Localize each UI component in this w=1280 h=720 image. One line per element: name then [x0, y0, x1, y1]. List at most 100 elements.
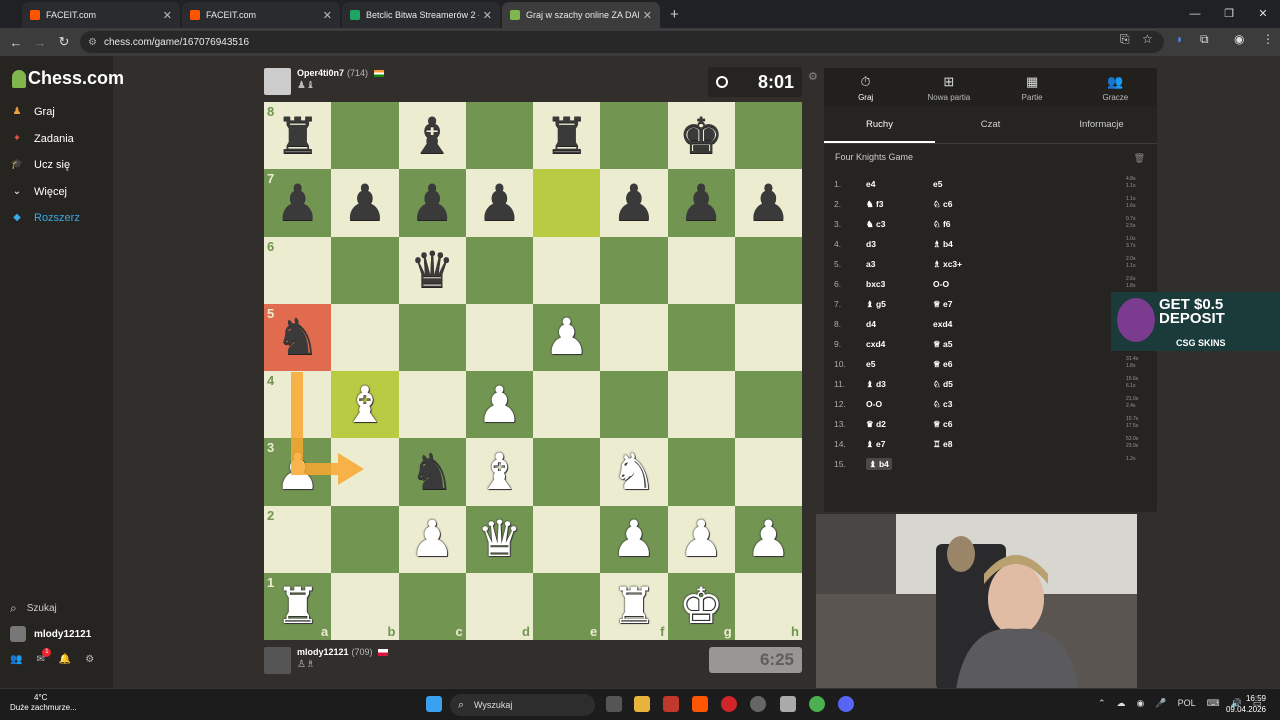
network-icon[interactable]: ⌨ [1207, 698, 1220, 709]
black-rook[interactable]: ♜ [544, 111, 589, 161]
black-move[interactable]: e5 [933, 179, 1000, 189]
board-square[interactable]: f ♜ [600, 572, 668, 640]
faceit-app-icon[interactable] [692, 696, 708, 712]
black-move[interactable]: ♗ xc3+ [933, 259, 1000, 270]
browser-tab-active[interactable]: Graj w szachy online ZA DARMO ✕ [502, 2, 660, 28]
board-square[interactable]: 5 ♞ [264, 303, 332, 371]
close-tab-icon[interactable]: ✕ [323, 9, 332, 22]
board-square[interactable] [398, 303, 466, 371]
board-square[interactable] [600, 303, 668, 371]
board-square[interactable]: ♟ [734, 169, 802, 237]
black-move[interactable]: ♘ c3 [933, 399, 1000, 410]
new-tab-icon[interactable]: + [670, 6, 679, 23]
white-rook[interactable]: ♜ [611, 581, 656, 631]
board-square[interactable]: ♟ [398, 505, 466, 573]
board-square[interactable] [734, 303, 802, 371]
settings-gear-icon[interactable]: ⚙ [85, 654, 94, 665]
discord-icon[interactable] [838, 696, 854, 712]
black-pawn[interactable]: ♟ [746, 178, 791, 228]
black-rook[interactable]: ♜ [275, 111, 320, 161]
profile-icon[interactable]: ◉ [1234, 32, 1244, 46]
black-move[interactable]: ♕ a5 [933, 339, 1000, 350]
white-queen[interactable]: ♛ [477, 514, 522, 564]
black-pawn[interactable]: ♟ [275, 178, 320, 228]
white-pawn[interactable]: ♟ [544, 312, 589, 362]
board-square[interactable] [734, 438, 802, 506]
white-rook[interactable]: ♜ [275, 581, 320, 631]
white-pawn[interactable]: ♟ [275, 447, 320, 497]
white-knight[interactable]: ♞ [611, 447, 656, 497]
language-indicator[interactable]: POL [1178, 698, 1196, 709]
black-move[interactable]: ♘ d5 [933, 379, 1000, 390]
board-square[interactable] [667, 438, 735, 506]
sponsor-ad[interactable]: GET $0.5 DEPOSIT CSG SKINS [1111, 292, 1280, 351]
board-square[interactable]: ♟ [331, 169, 399, 237]
black-move[interactable]: ♘ c6 [933, 199, 1000, 210]
white-pawn[interactable]: ♟ [746, 514, 791, 564]
taskbar-search[interactable]: ⌕ Wyszukaj [450, 694, 595, 716]
board-square[interactable]: ♚ [667, 102, 735, 170]
black-pawn[interactable]: ♟ [410, 178, 455, 228]
board-square[interactable] [533, 505, 601, 573]
white-pawn[interactable]: ♟ [679, 514, 724, 564]
board-square[interactable] [667, 236, 735, 304]
board-square[interactable] [667, 371, 735, 439]
white-king[interactable]: ♚ [679, 581, 724, 631]
board-square[interactable] [734, 102, 802, 170]
install-app-icon[interactable]: ⎘ [1120, 32, 1130, 47]
back-icon[interactable]: ← [4, 35, 28, 50]
black-move[interactable]: exd4 [933, 319, 1000, 329]
tab-players[interactable]: 👥 Gracze [1074, 68, 1157, 106]
board-square[interactable] [734, 371, 802, 439]
bookmark-star-icon[interactable]: ☆ [1142, 32, 1153, 46]
black-move[interactable]: O-O [933, 279, 1000, 289]
white-move[interactable]: ♞ c3 [866, 219, 933, 230]
player-name[interactable]: mlody12121 [297, 647, 349, 657]
white-move[interactable]: ♝ b4 [866, 457, 933, 470]
browser-tab[interactable]: FACEIT.com ✕ [22, 2, 180, 28]
app-icon[interactable] [750, 696, 766, 712]
board-square[interactable] [533, 371, 601, 439]
chesscom-logo[interactable]: Chess.com [12, 68, 124, 89]
close-window-icon[interactable]: ✕ [1246, 0, 1280, 28]
board-square[interactable]: ♝ [331, 371, 399, 439]
black-pawn[interactable]: ♟ [477, 178, 522, 228]
black-knight[interactable]: ♞ [275, 312, 320, 362]
site-info-icon[interactable]: ⚙ [88, 37, 97, 48]
black-bishop[interactable]: ♝ [410, 111, 455, 161]
sidebar-search[interactable]: ⌕ Szukaj [10, 601, 57, 616]
brave-icon[interactable] [663, 696, 679, 712]
tab-info[interactable]: Informacje [1046, 106, 1157, 143]
board-square[interactable]: 7 ♟ [264, 169, 332, 237]
sidebar-profile[interactable]: mlody12121 [10, 626, 91, 642]
board-square[interactable]: ♟ [734, 505, 802, 573]
white-move[interactable]: ♝ e7 [866, 439, 933, 450]
board-square[interactable]: ♟ [667, 169, 735, 237]
board-square[interactable]: ♛ [398, 236, 466, 304]
white-move[interactable]: bxc3 [866, 279, 933, 289]
white-move[interactable]: d3 [866, 239, 933, 249]
black-pawn[interactable]: ♟ [611, 178, 656, 228]
white-move[interactable]: e5 [866, 359, 933, 369]
black-knight[interactable]: ♞ [410, 447, 455, 497]
board-settings-icon[interactable]: ⚙ [808, 70, 818, 83]
black-king[interactable]: ♚ [679, 111, 724, 161]
extensions-puzzle-icon[interactable]: ⧉ [1200, 32, 1209, 47]
board-square[interactable]: e [533, 572, 601, 640]
friends-icon[interactable]: 👥 [10, 654, 22, 665]
board-square[interactable]: ♛ [465, 505, 533, 573]
chevron-up-icon[interactable]: ⌃ [1098, 698, 1106, 709]
board-square[interactable]: ♜ [533, 102, 601, 170]
board-square[interactable]: d [465, 572, 533, 640]
board-square[interactable]: g ♚ [667, 572, 735, 640]
chrome-icon[interactable] [809, 696, 825, 712]
board-square[interactable]: ♞ [600, 438, 668, 506]
board-square[interactable] [600, 102, 668, 170]
tray-app-icon[interactable]: ☁ [1117, 698, 1126, 709]
white-move[interactable]: ♛ d2 [866, 419, 933, 430]
board-square[interactable] [398, 371, 466, 439]
close-tab-icon[interactable]: ✕ [163, 9, 172, 22]
opera-icon[interactable] [721, 696, 737, 712]
white-move[interactable]: ♝ d3 [866, 379, 933, 390]
sidebar-item-puzzles[interactable]: ✦ Zadania [10, 133, 74, 145]
